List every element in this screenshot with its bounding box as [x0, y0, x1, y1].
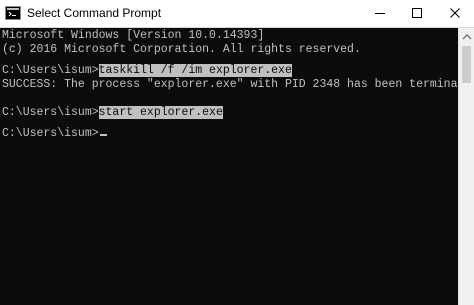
console-output[interactable]: Microsoft Windows [Version 10.0.14393] (…	[0, 28, 474, 305]
cmd-icon[interactable]	[5, 6, 21, 20]
selected-command[interactable]: taskkill /f /im explorer.exe	[98, 64, 292, 77]
minimize-icon	[375, 13, 385, 14]
console-line: SUCCESS: The process "explorer.exe" with…	[2, 78, 474, 91]
title-bar[interactable]: Select Command Prompt	[0, 0, 474, 28]
window-title: Select Command Prompt	[27, 6, 162, 20]
close-button[interactable]	[438, 0, 472, 27]
vertical-scrollbar[interactable]	[458, 28, 474, 305]
close-icon	[450, 8, 460, 18]
command-prompt-window: Select Command Prompt Microsoft Windows …	[0, 0, 474, 305]
console-line: C:\Users\isum>taskkill /f /im explorer.e…	[2, 64, 292, 78]
console-line: Microsoft Windows [Version 10.0.14393]	[2, 29, 265, 42]
maximize-button[interactable]	[400, 0, 434, 27]
prompt-text: C:\Users\isum>	[2, 127, 99, 140]
console-line: C:\Users\isum>	[2, 127, 107, 141]
scroll-up-arrow-icon[interactable]	[462, 32, 472, 42]
prompt-text: C:\Users\isum>	[2, 106, 99, 119]
console-line: C:\Users\isum>start explorer.exe	[2, 106, 223, 120]
prompt-text: C:\Users\isum>	[2, 64, 99, 77]
console-line: (c) 2016 Microsoft Corporation. All righ…	[2, 43, 361, 56]
minimize-button[interactable]	[363, 0, 397, 27]
maximize-icon	[412, 8, 422, 18]
selected-command[interactable]: start explorer.exe	[98, 106, 223, 119]
text-cursor	[99, 134, 107, 136]
scrollbar-thumb[interactable]	[462, 46, 471, 83]
